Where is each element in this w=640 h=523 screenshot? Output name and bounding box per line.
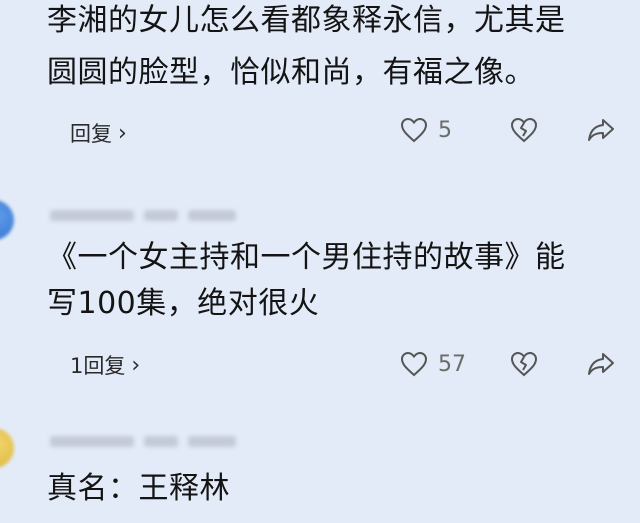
comment-actions: 5 [400,110,616,150]
reply-label: 1回复 [70,354,126,378]
comment-text-line: 《一个女主持和一个男住持的故事》能 [47,240,566,275]
share-arrow-icon [586,117,616,143]
reply-button[interactable]: 回复 › [70,118,127,148]
comment-meta-blurred [50,208,236,222]
like-count: 57 [438,351,466,377]
share-arrow-icon [586,351,616,377]
like-button[interactable]: 5 [400,117,510,143]
comment-actions: 57 [400,344,616,384]
reply-label: 回复 [70,122,112,146]
comment-text-line: 李湘的女儿怎么看都象释永信，尤其是 [47,3,566,38]
heart-outline-icon [400,351,428,377]
broken-heart-icon [510,117,586,143]
heart-outline-icon [400,117,428,143]
share-button[interactable] [586,117,616,143]
chevron-right-icon: › [131,352,141,378]
dislike-button[interactable] [510,117,586,143]
comment-text: 李湘的女儿怎么看都象释永信，尤其是 圆圆的脸型，恰似和尚，有福之像。 [47,0,627,94]
like-count: 5 [438,117,452,143]
comment-text-line: 真名：王释林 [47,471,230,506]
comment-text-line: 写100集，绝对很火 [47,286,320,321]
dislike-button[interactable] [510,351,586,377]
comment-text: 真名：王释林 [47,468,627,510]
avatar[interactable] [0,428,14,468]
chevron-right-icon: › [118,120,127,146]
avatar[interactable] [0,200,14,240]
comment-text: 《一个女主持和一个男住持的故事》能 写100集，绝对很火 [47,237,627,325]
share-button[interactable] [586,351,616,377]
like-button[interactable]: 57 [400,351,510,377]
reply-button[interactable]: 1回复 › [70,350,140,380]
comment-text-line: 圆圆的脸型，恰似和尚，有福之像。 [47,55,535,90]
comment-meta-blurred [50,434,236,448]
broken-heart-icon [510,351,586,377]
